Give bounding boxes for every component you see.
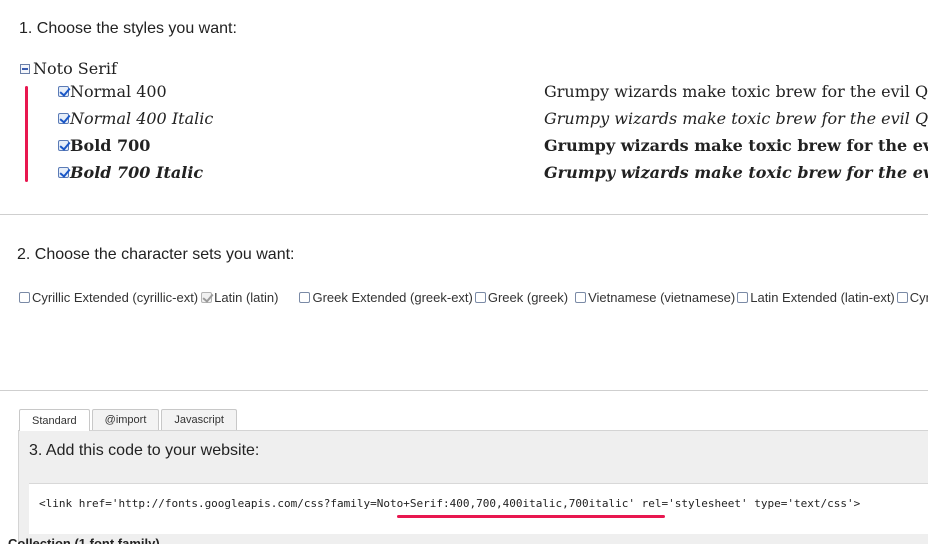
charset-latin-ext[interactable]: Latin Extended (latin-ext) [737, 290, 895, 305]
charset-checkbox[interactable] [474, 291, 486, 303]
style-option-bold-700[interactable]: Bold 700 [58, 133, 150, 157]
charset-list: Cyrillic Extended (cyrillic-ext) Latin (… [19, 288, 928, 306]
tab-import[interactable]: @import [91, 409, 160, 430]
style-checkbox[interactable] [58, 112, 69, 124]
font-family-row[interactable]: Noto Serif [20, 59, 117, 78]
font-selection-page: 1. Choose the styles you want: Noto Seri… [0, 0, 928, 544]
style-checkbox[interactable] [58, 139, 69, 151]
preview-bold-700: Grumpy wizards make toxic brew for the e… [544, 135, 928, 155]
style-label: Bold 700 [70, 135, 151, 155]
section-divider [0, 214, 928, 215]
annotation-underline [397, 515, 665, 518]
step2-title: 2. Choose the character sets you want: [17, 246, 295, 263]
charset-label: Greek Extended (greek-ext) [312, 289, 473, 305]
charset-checkbox[interactable] [575, 291, 587, 303]
charset-greek-ext[interactable]: Greek Extended (greek-ext) [299, 289, 473, 305]
style-option-normal-400[interactable]: Normal 400 [58, 79, 167, 103]
preview-bold-700-italic: Grumpy wizards make toxic brew for the e… [544, 162, 928, 182]
charset-label: Latin Extended (latin-ext) [750, 289, 895, 305]
charset-checkbox[interactable] [19, 291, 30, 303]
style-checkbox[interactable] [58, 85, 69, 97]
style-option-bold-700-italic[interactable]: Bold 700 Italic [58, 160, 203, 184]
style-label: Normal 400 [70, 81, 167, 101]
charset-label: Latin (latin) [214, 289, 279, 305]
charset-latin: Latin (latin) [201, 290, 278, 305]
charset-checkbox [201, 291, 213, 303]
charset-label: Vietnamese (vietnamese) [588, 289, 736, 305]
embed-tabs: Standard @import Javascript [19, 409, 239, 431]
charset-cyrillic[interactable]: Cyrillic (cyrillic) [896, 289, 928, 305]
collapse-icon[interactable] [20, 63, 30, 74]
section-divider [0, 390, 928, 391]
step3-title: 3. Add this code to your website: [29, 442, 260, 459]
charset-label: Cyrillic Extended (cyrillic-ext) [32, 289, 199, 305]
charset-cyrillic-ext[interactable]: Cyrillic Extended (cyrillic-ext) [19, 290, 198, 305]
charset-checkbox[interactable] [896, 291, 908, 303]
charset-checkbox[interactable] [737, 291, 749, 303]
tab-standard[interactable]: Standard [19, 409, 90, 431]
preview-normal-400-italic: Grumpy wizards make toxic brew for the e… [544, 108, 928, 128]
charset-label: Cyrillic (cyrillic) [909, 289, 928, 305]
embed-code[interactable]: <link href='http://fonts.googleapis.com/… [39, 497, 860, 510]
style-label: Bold 700 Italic [70, 162, 204, 182]
charset-checkbox[interactable] [299, 291, 311, 303]
tab-javascript[interactable]: Javascript [161, 409, 237, 430]
charset-vietnamese[interactable]: Vietnamese (vietnamese) [575, 290, 735, 305]
style-option-normal-400-italic[interactable]: Normal 400 Italic [58, 106, 213, 130]
font-family-name: Noto Serif [33, 59, 117, 78]
annotation-line [25, 86, 28, 182]
charset-greek[interactable]: Greek (greek) [474, 289, 569, 305]
step1-title: 1. Choose the styles you want: [19, 20, 237, 37]
style-checkbox[interactable] [58, 166, 69, 178]
preview-normal-400: Grumpy wizards make toxic brew for the e… [544, 81, 928, 101]
collection-heading: Collection (1 font family) [8, 536, 160, 544]
style-label: Normal 400 Italic [70, 108, 214, 128]
charset-label: Greek (greek) [487, 289, 569, 305]
